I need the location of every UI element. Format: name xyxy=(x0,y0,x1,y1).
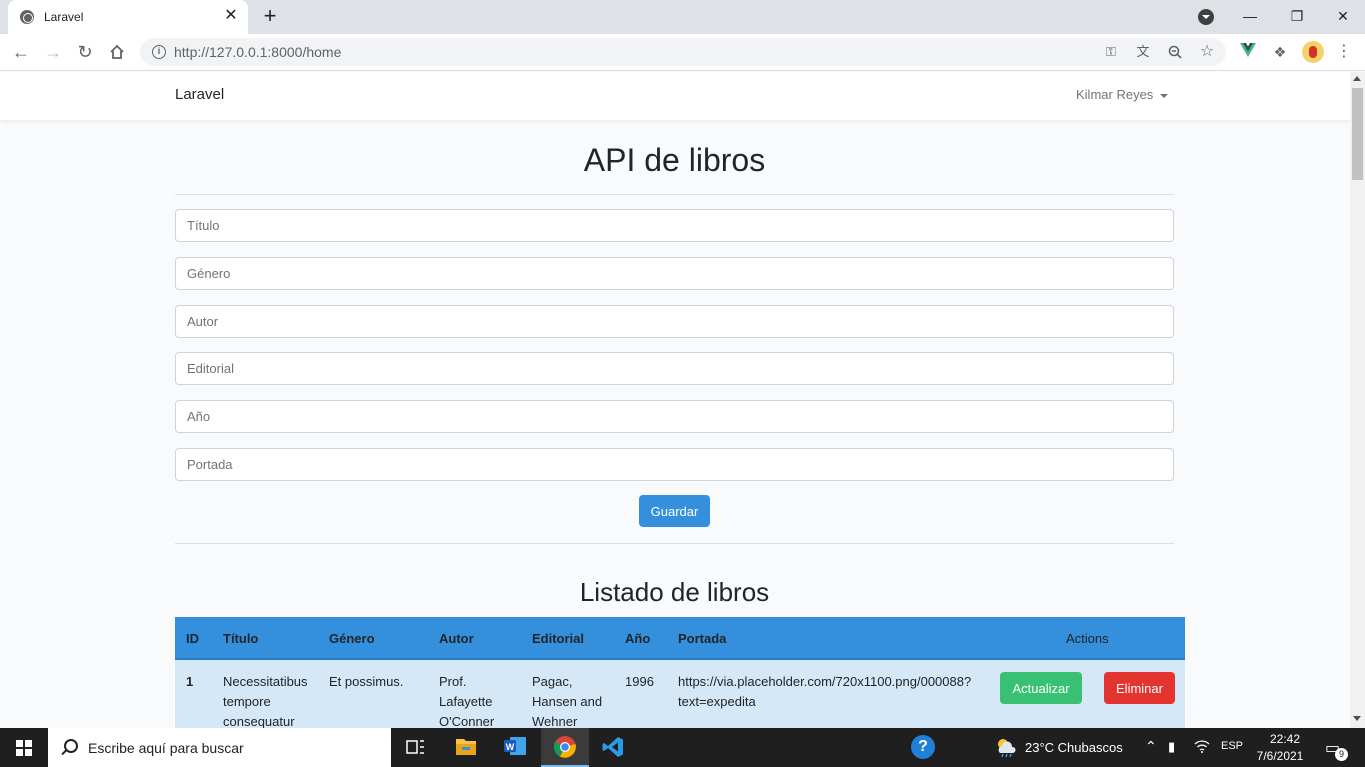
chevron-up-icon[interactable]: ⌃ xyxy=(1145,738,1157,755)
reload-icon[interactable]: ↻ xyxy=(73,40,97,64)
save-button[interactable]: Guardar xyxy=(639,495,710,527)
menu-icon[interactable]: ⋮ xyxy=(1334,42,1354,62)
header-actions: Actions xyxy=(1066,631,1109,646)
navbar-brand[interactable]: Laravel xyxy=(175,86,224,103)
cell-genero: Et possimus. xyxy=(329,674,404,689)
user-dropdown[interactable]: Kilmar Reyes xyxy=(1076,87,1169,102)
notification-count: 9 xyxy=(1335,748,1348,761)
search-placeholder: Escribe aquí para buscar xyxy=(88,740,244,756)
page-viewport: Laravel Kilmar Reyes API de libros Guard… xyxy=(0,72,1350,728)
chrome-taskbar-button[interactable] xyxy=(541,728,589,767)
header-portada: Portada xyxy=(678,631,727,646)
divider xyxy=(175,543,1174,544)
vscode-icon[interactable] xyxy=(601,735,627,759)
cell-titulo: Necessitatibus tempore consequatur xyxy=(223,674,308,728)
key-icon[interactable]: ⚿ xyxy=(1102,43,1120,61)
tab-close-icon[interactable]: ✕ xyxy=(222,7,240,25)
app-navbar: Laravel Kilmar Reyes xyxy=(0,72,1350,120)
taskbar-search[interactable]: Escribe aquí para buscar xyxy=(48,728,391,767)
header-anio: Año xyxy=(625,631,651,646)
forward-arrow-icon[interactable]: → xyxy=(41,40,65,64)
search-icon xyxy=(64,739,78,753)
browser-tab-laravel[interactable]: Laravel ✕ xyxy=(8,0,248,34)
page-scrollbar[interactable] xyxy=(1350,72,1365,728)
task-view-icon[interactable] xyxy=(404,735,430,759)
header-id: ID xyxy=(186,631,199,646)
address-bar[interactable]: i http://127.0.0.1:8000/home ⚿ 文 ☆ xyxy=(140,38,1226,66)
browser-tabstrip: Laravel ✕ + — ❐ ✕ xyxy=(0,0,1365,34)
weather-text[interactable]: 23°C Chubascos xyxy=(1025,740,1123,755)
zoom-icon[interactable] xyxy=(1166,43,1184,61)
clock-time[interactable]: 22:42 xyxy=(1266,732,1304,746)
wifi-icon[interactable] xyxy=(1194,739,1210,756)
cell-anio: 1996 xyxy=(625,674,654,689)
translate-icon[interactable]: 文 xyxy=(1134,43,1152,61)
header-genero: Género xyxy=(329,631,375,646)
help-icon[interactable]: ? xyxy=(911,735,935,759)
battery-icon[interactable]: ▮ xyxy=(1168,739,1175,755)
cell-portada: https://via.placeholder.com/720x1100.png… xyxy=(678,674,972,709)
header-titulo: Título xyxy=(223,631,259,646)
page-title: API de libros xyxy=(583,142,766,178)
info-icon[interactable]: i xyxy=(152,45,166,59)
list-title: Listado de libros xyxy=(579,577,770,607)
globe-icon xyxy=(20,10,34,24)
portada-input[interactable] xyxy=(175,448,1174,481)
delete-button[interactable]: Eliminar xyxy=(1104,672,1175,704)
caret-down-icon xyxy=(1160,93,1169,98)
table-row: 1 Necessitatibus tempore consequatur Et … xyxy=(175,660,1185,728)
home-icon[interactable] xyxy=(105,40,129,64)
table-header: ID Título Género Autor Editorial Año Por… xyxy=(175,617,1185,660)
editorial-input[interactable] xyxy=(175,352,1174,385)
profile-avatar[interactable] xyxy=(1302,41,1324,63)
chrome-icon xyxy=(553,736,576,758)
cell-editorial: Pagac, Hansen and Wehner xyxy=(532,674,603,728)
new-tab-button[interactable]: + xyxy=(258,5,282,29)
anio-input[interactable] xyxy=(175,400,1174,433)
genero-input[interactable] xyxy=(175,257,1174,290)
start-button[interactable] xyxy=(0,728,48,767)
svg-text:W: W xyxy=(506,742,515,752)
cell-id: 1 xyxy=(186,674,194,689)
back-arrow-icon[interactable]: ← xyxy=(9,40,33,64)
close-window-button[interactable]: ✕ xyxy=(1329,4,1357,28)
scroll-thumb[interactable] xyxy=(1352,88,1363,180)
divider xyxy=(175,194,1174,195)
scroll-down-icon[interactable] xyxy=(1353,716,1361,721)
restore-button[interactable]: ❐ xyxy=(1283,4,1311,28)
url-text[interactable]: http://127.0.0.1:8000/home xyxy=(174,44,341,60)
cell-autor: Prof. Lafayette O'Conner xyxy=(439,674,495,728)
extensions-icon[interactable]: ❖ xyxy=(1270,42,1290,62)
scroll-up-icon[interactable] xyxy=(1353,76,1361,81)
browser-toolbar: ← → ↻ i http://127.0.0.1:8000/home ⚿ 文 ☆… xyxy=(0,34,1365,71)
star-icon[interactable]: ☆ xyxy=(1198,43,1216,61)
update-button[interactable]: Actualizar xyxy=(1000,672,1082,704)
language-indicator[interactable]: ESP xyxy=(1221,740,1243,752)
weather-cloud-icon[interactable] xyxy=(994,737,1020,761)
titulo-input[interactable] xyxy=(175,209,1174,242)
header-autor: Autor xyxy=(439,631,474,646)
tab-title: Laravel xyxy=(44,10,84,24)
vue-devtools-icon[interactable] xyxy=(1238,42,1258,62)
tab-search-icon[interactable] xyxy=(1198,9,1214,25)
minimize-button[interactable]: — xyxy=(1236,4,1264,28)
clock-date[interactable]: 7/6/2021 xyxy=(1254,749,1306,763)
user-name: Kilmar Reyes xyxy=(1076,87,1154,102)
word-icon[interactable]: W xyxy=(503,735,529,759)
windows-logo-icon xyxy=(16,740,32,756)
windows-taskbar: Escribe aquí para buscar W ? 23°C Chubas… xyxy=(0,728,1365,767)
header-editorial: Editorial xyxy=(532,631,585,646)
file-explorer-icon[interactable] xyxy=(454,735,480,759)
autor-input[interactable] xyxy=(175,305,1174,338)
